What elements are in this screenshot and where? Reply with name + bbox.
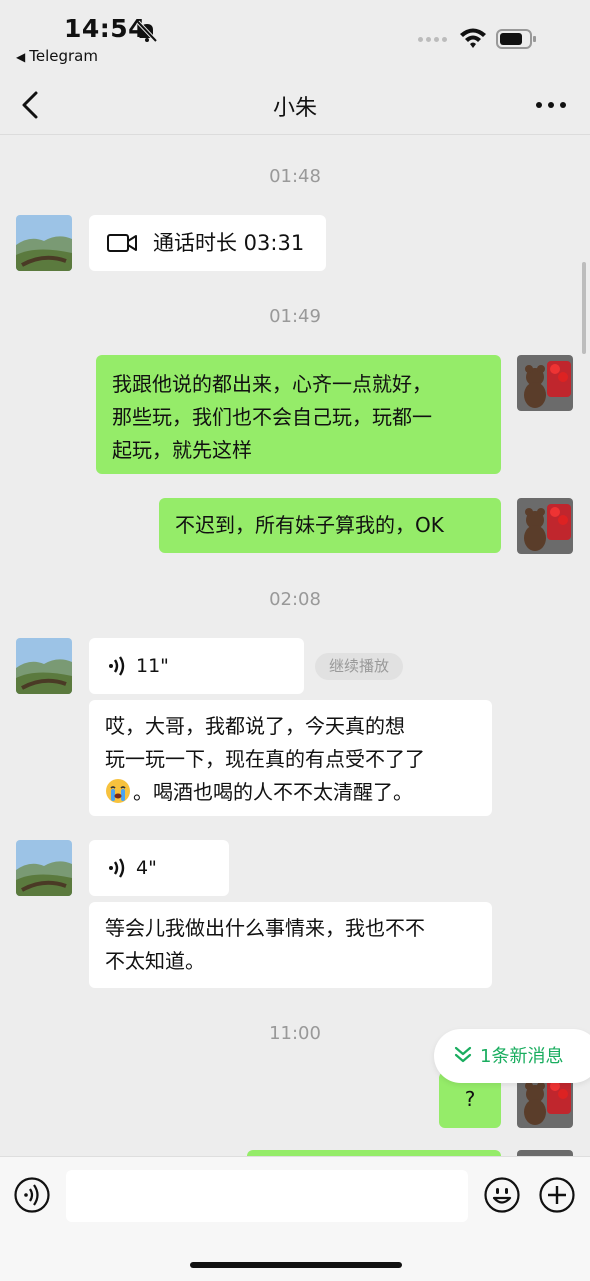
home-indicator[interactable] — [190, 1262, 402, 1268]
chat-title: 小朱 — [272, 96, 317, 121]
voice-input-icon[interactable] — [14, 1177, 50, 1213]
status-bar: 14:54 ◀ Telegram — [0, 0, 590, 76]
message-input[interactable] — [66, 1170, 468, 1222]
my-avatar[interactable] — [517, 355, 573, 411]
contact-avatar[interactable] — [16, 215, 72, 271]
plus-icon[interactable] — [539, 1177, 575, 1213]
contact-avatar[interactable] — [16, 638, 72, 694]
back-triangle-icon: ◀ — [16, 50, 26, 64]
call-duration-text: 通话时长 03:31 — [153, 231, 305, 255]
double-chevron-down-icon — [454, 1046, 472, 1063]
timestamp: 01:49 — [269, 306, 321, 327]
wifi-icon — [460, 28, 486, 48]
voice-message-bubble[interactable]: 4" — [89, 840, 229, 896]
message-text: 哎，大哥，我都说了，今天真的想 玩一玩一下，现在真的有点受不了了 。喝酒也喝的人… — [105, 710, 476, 809]
battery-icon — [496, 29, 536, 49]
received-message-bubble[interactable]: 哎，大哥，我都说了，今天真的想 玩一玩一下，现在真的有点受不了了 。喝酒也喝的人… — [89, 700, 492, 816]
voice-wave-icon — [109, 858, 125, 878]
message-text-part: 哎，大哥，我都说了，今天真的想 玩一玩一下，现在真的有点受不了了 — [105, 714, 425, 771]
timestamp: 01:48 — [269, 166, 321, 187]
more-options-icon[interactable] — [534, 100, 568, 110]
voice-duration: 11" — [136, 655, 169, 677]
voice-duration: 4" — [136, 857, 157, 879]
back-app-label: Telegram — [29, 47, 98, 65]
status-time: 14:54 — [64, 14, 147, 43]
message-text: ? — [464, 1087, 476, 1111]
message-text: 等会儿我做出什么事情来，我也不不 不太知道。 — [105, 916, 425, 973]
emoji-icon[interactable] — [484, 1177, 520, 1213]
contact-avatar[interactable] — [16, 840, 72, 896]
timestamp: 02:08 — [269, 589, 321, 610]
voice-wave-icon — [109, 656, 125, 676]
bell-muted-icon — [136, 20, 158, 42]
call-record-bubble[interactable]: 通话时长 03:31 — [89, 215, 326, 271]
chat-header: 小朱 — [0, 76, 590, 135]
loudly-crying-emoji-icon — [106, 779, 130, 803]
message-text-part: 。喝酒也喝的人不不太清醒了。 — [133, 780, 413, 804]
new-message-label: 1条新消息 — [480, 1046, 564, 1067]
my-avatar[interactable] — [517, 498, 573, 554]
sent-message-bubble[interactable]: 我跟他说的都出来，心齐一点就好， 那些玩，我们也不会自己玩，玩都一 起玩，就先这… — [96, 355, 501, 474]
voice-message-bubble[interactable]: 11" — [89, 638, 304, 694]
message-text: 我跟他说的都出来，心齐一点就好， 那些玩，我们也不会自己玩，玩都一 起玩，就先这… — [112, 372, 432, 462]
video-call-icon — [107, 234, 137, 252]
new-message-indicator[interactable]: 1条新消息 — [434, 1029, 590, 1083]
back-to-app-link[interactable]: ◀ Telegram — [16, 47, 98, 65]
received-message-bubble[interactable]: 等会儿我做出什么事情来，我也不不 不太知道。 — [89, 902, 492, 988]
continue-playing-button[interactable]: 继续播放 — [315, 653, 403, 680]
cellular-signal-icon — [418, 34, 452, 48]
message-text: 不迟到，所有妹子算我的，OK — [175, 513, 444, 537]
sent-message-bubble[interactable]: 不迟到，所有妹子算我的，OK — [159, 498, 501, 553]
